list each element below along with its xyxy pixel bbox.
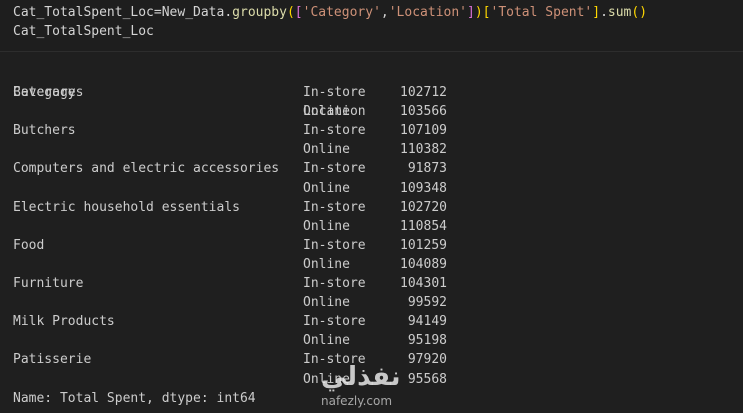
row-value: 104089 <box>400 256 447 272</box>
row-location: Online <box>303 180 350 196</box>
output-footer: Name: Total Spent, dtype: int64 <box>13 391 256 406</box>
row-value: 95198 <box>407 333 447 349</box>
row-value: 99592 <box>407 295 447 311</box>
row-category: Beverages <box>13 85 84 100</box>
table-row: Milk Products In-store 94149 <box>0 312 743 331</box>
row-location: Online <box>303 256 350 272</box>
row-location: Online <box>303 295 350 311</box>
row-location: In-store <box>303 276 366 291</box>
table-row: Online 110854 <box>0 217 743 236</box>
row-category: Patisserie <box>13 352 92 368</box>
row-value: 103566 <box>400 104 447 120</box>
code-variable: Cat_TotalSpent_Loc <box>13 5 154 20</box>
table-row: Online 95198 <box>0 331 743 350</box>
output-header-row: Category Location <box>0 64 743 119</box>
row-value: 102712 <box>400 85 447 100</box>
row-value: 110854 <box>400 218 447 234</box>
row-category: Computers and electric accessories <box>13 161 280 177</box>
row-location: In-store <box>303 123 366 139</box>
code-object: New_Data. <box>161 5 233 20</box>
table-row: Computers and electric accessories In-sto… <box>0 159 743 178</box>
row-location: Online <box>303 142 350 158</box>
row-category: Food <box>13 237 45 253</box>
row-value: 94149 <box>407 314 447 330</box>
table-row: Beverages In-store 102712 <box>0 83 743 102</box>
code-function: groupby <box>232 5 287 20</box>
code-line-1: Cat_TotalSpent_Loc=New_Data.groupby(['Ca… <box>13 3 743 22</box>
row-category: Milk Products <box>13 314 115 330</box>
row-location: In-store <box>303 237 366 253</box>
row-location: Online <box>303 333 350 349</box>
code-function-sum: sum <box>607 5 632 20</box>
nafezly-watermark: نفذلي nafezly.com <box>305 362 420 412</box>
code-cell[interactable]: Cat_TotalSpent_Loc=New_Data.groupby(['Ca… <box>0 0 743 52</box>
code-string-total-spent: 'Total Spent' <box>490 5 593 20</box>
table-row: Furniture In-store 104301 <box>0 274 743 293</box>
code-paren-close: ) <box>474 5 483 20</box>
code-bracket-open: [ <box>294 5 303 20</box>
row-category: Butchers <box>13 123 76 139</box>
row-category: Electric household essentials <box>13 199 240 215</box>
code-index-open: [ <box>482 5 491 20</box>
row-value: 110382 <box>400 142 447 158</box>
table-row: Food In-store 101259 <box>0 236 743 255</box>
table-row: Online 99592 <box>0 293 743 312</box>
code-string-location: 'Location' <box>388 5 468 20</box>
row-location: In-store <box>303 314 366 330</box>
row-location: In-store <box>303 85 366 100</box>
code-call-parens: () <box>631 5 648 20</box>
row-value: 104301 <box>400 276 447 291</box>
row-location: In-store <box>303 199 366 215</box>
row-category: Furniture <box>13 276 84 291</box>
table-row: Online 109348 <box>0 179 743 198</box>
table-row: Online 103566 <box>0 102 743 121</box>
row-value: 101259 <box>400 237 447 253</box>
table-row: Online 110382 <box>0 140 743 159</box>
code-bracket-close: ] <box>467 5 475 20</box>
row-value: 109348 <box>400 180 447 196</box>
row-location: In-store <box>303 161 366 177</box>
row-location: Online <box>303 218 350 234</box>
code-string-category: 'Category' <box>302 5 381 20</box>
code-index-close: ] <box>592 5 601 20</box>
table-row: Electric household essentials In-store 102… <box>0 198 743 217</box>
row-value: 102720 <box>400 199 447 215</box>
table-row: Online 104089 <box>0 255 743 274</box>
watermark-arabic-logo: نفذلي <box>321 362 401 392</box>
code-paren-open: ( <box>286 5 295 20</box>
cell-output: Category Location Beverages In-store 10271… <box>0 52 743 413</box>
table-row: Butchers In-store 107109 <box>0 121 743 140</box>
code-operator: = <box>153 5 162 20</box>
code-comma: , <box>380 5 389 20</box>
code-dot: . <box>600 5 608 20</box>
row-value: 107109 <box>400 123 447 139</box>
watermark-url: nafezly.com <box>321 394 393 408</box>
code-line-2: Cat_TotalSpent_Loc <box>13 24 154 39</box>
row-value: 91873 <box>407 161 447 177</box>
row-location: Online <box>303 104 350 120</box>
